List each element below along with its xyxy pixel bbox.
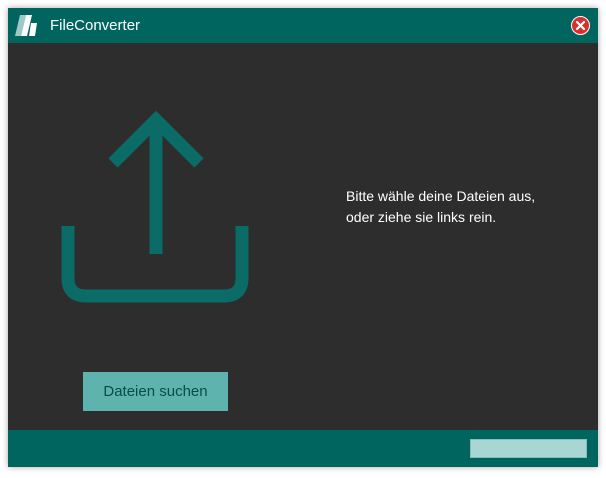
progress-bar bbox=[470, 439, 587, 458]
browse-files-button[interactable]: Dateien suchen bbox=[83, 372, 228, 411]
app-window: FileConverter Bitte wähle deine Dateien … bbox=[8, 8, 598, 467]
status-bar bbox=[8, 430, 598, 467]
title-bar[interactable]: FileConverter bbox=[8, 8, 598, 43]
close-icon[interactable] bbox=[571, 16, 590, 35]
upload-icon bbox=[61, 110, 249, 303]
window-title: FileConverter bbox=[50, 17, 141, 34]
file-converter-logo-icon bbox=[15, 15, 37, 36]
instruction-text: Bitte wähle deine Dateien aus, oder zieh… bbox=[346, 186, 586, 228]
instruction-line-2: oder ziehe sie links rein. bbox=[346, 209, 497, 225]
instruction-line-1: Bitte wähle deine Dateien aus, bbox=[346, 188, 536, 204]
